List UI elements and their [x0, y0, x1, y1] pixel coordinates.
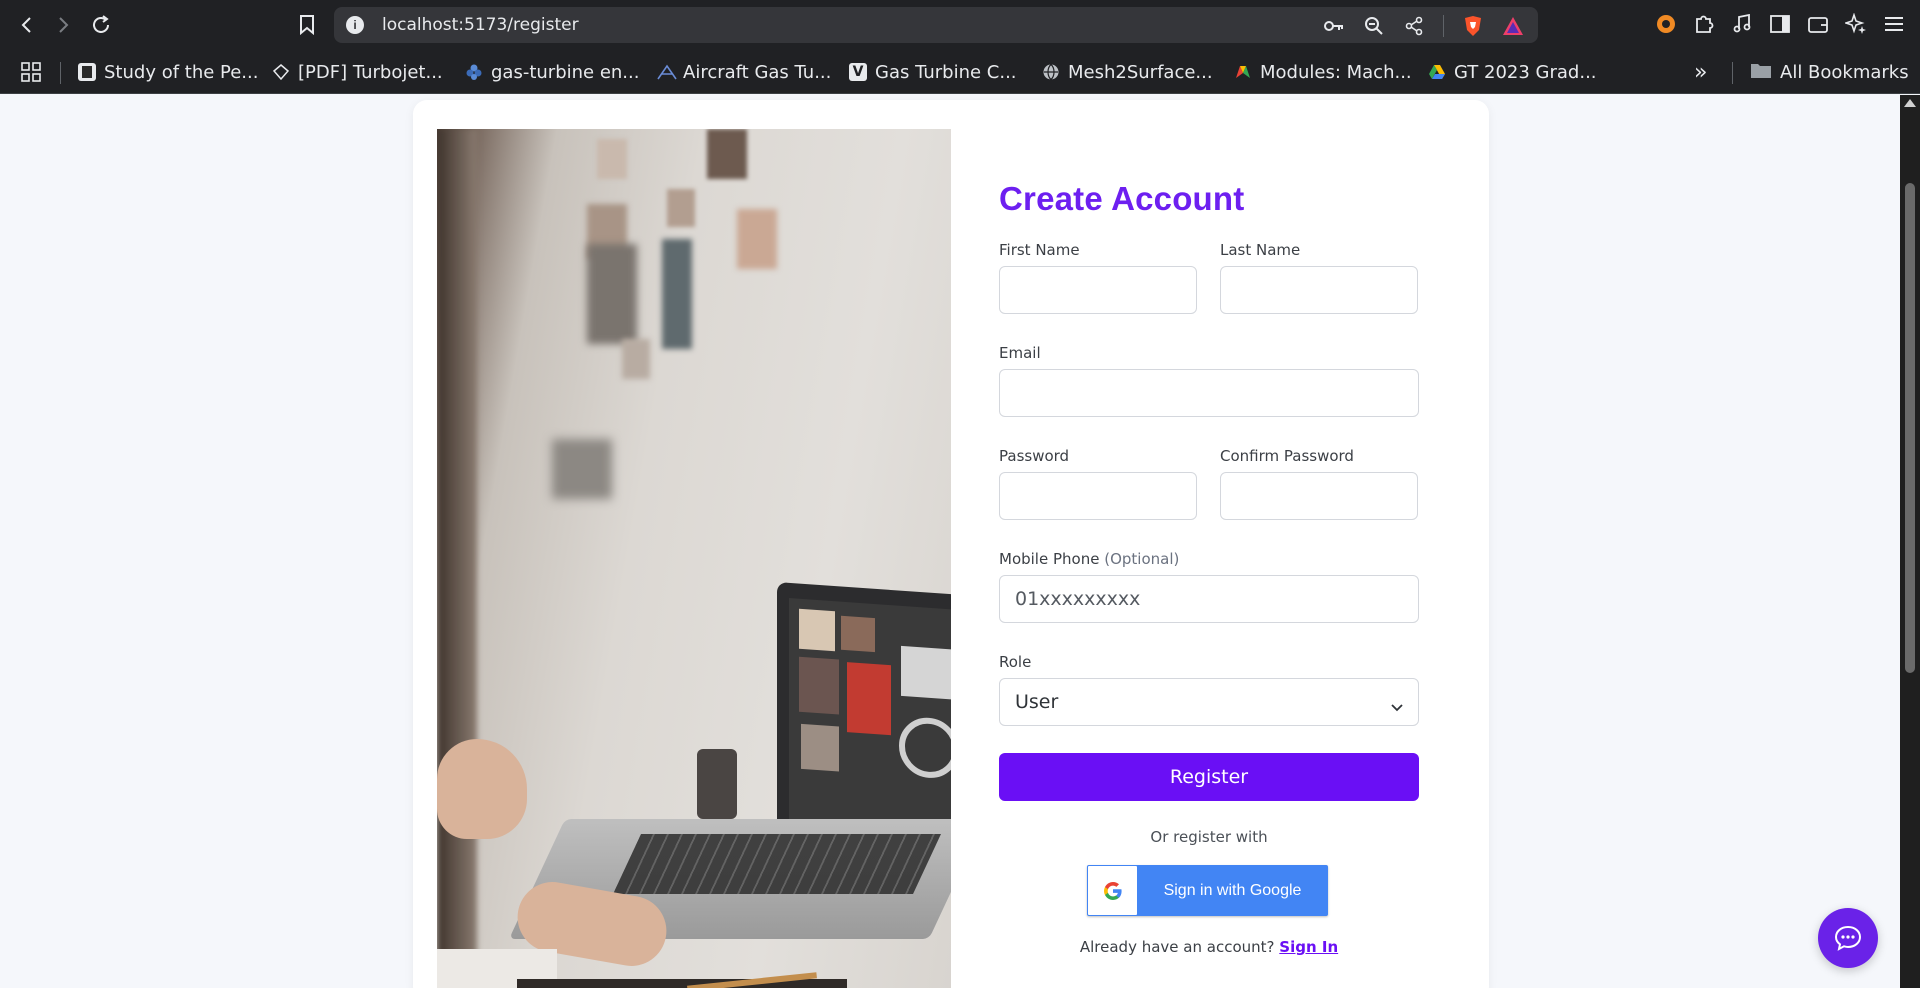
v-favicon-icon: V — [849, 63, 867, 81]
optional-hint: (Optional) — [1104, 550, 1180, 568]
first-name-label: First Name — [999, 241, 1080, 259]
page-scrollbar[interactable] — [1900, 95, 1920, 988]
wallet-icon[interactable] — [1806, 12, 1830, 36]
key-icon[interactable] — [1323, 15, 1345, 37]
bookmark-label: Aircraft Gas Tu... — [683, 61, 832, 83]
brave-shield-icon[interactable] — [1462, 15, 1484, 37]
mobile-phone-label: Mobile Phone (Optional) — [999, 550, 1179, 568]
bookmark-label: Gas Turbine C... — [875, 61, 1017, 83]
more-bookmarks-button[interactable]: » — [1694, 59, 1708, 85]
apps-grid-icon[interactable] — [20, 60, 42, 84]
role-select[interactable]: User — [999, 678, 1419, 726]
site-info-icon[interactable]: i — [346, 16, 364, 34]
register-button[interactable]: Register — [999, 753, 1419, 801]
leo-ai-icon[interactable] — [1844, 12, 1868, 36]
scroll-thumb[interactable] — [1905, 183, 1915, 673]
last-name-field[interactable] — [1220, 266, 1418, 314]
blue-flower-favicon-icon — [465, 63, 483, 81]
page-title: Create Account — [999, 180, 1245, 217]
more-bookmarks-label: » — [1694, 59, 1708, 85]
or-register-with-text: Or register with — [1150, 828, 1268, 846]
globe-favicon-icon — [1042, 63, 1060, 81]
bookmark-label: Modules: Mach... — [1260, 61, 1412, 83]
password-field[interactable] — [999, 472, 1197, 520]
bookmark-label: [PDF] Turbojet... — [298, 61, 443, 83]
folder-icon — [1750, 61, 1772, 84]
forward-icon[interactable] — [50, 12, 76, 38]
mobile-phone-field[interactable] — [999, 575, 1419, 623]
role-label: Role — [999, 653, 1032, 671]
already-have-account-text: Already have an account? — [1079, 938, 1275, 956]
media-icon[interactable] — [1730, 12, 1754, 36]
bookmark-item[interactable]: gas-turbine en... — [465, 60, 639, 84]
email-field[interactable] — [999, 369, 1419, 417]
bookmark-item[interactable]: Aircraft Gas Tu... — [657, 60, 831, 84]
bookmark-label: Study of the Pe... — [104, 61, 259, 83]
reload-icon[interactable] — [88, 12, 114, 38]
password-label: Password — [999, 447, 1070, 465]
bookmark-label: Mesh2Surface... — [1068, 61, 1213, 83]
brave-rewards-icon[interactable] — [1502, 15, 1524, 37]
bookmark-label: GT 2023 Grad... — [1454, 61, 1597, 83]
sidebar-icon[interactable] — [1768, 12, 1792, 36]
drive-favicon-icon — [1428, 63, 1446, 81]
share-icon[interactable] — [1403, 15, 1425, 37]
google-sign-in-label: Sign in with Google — [1163, 881, 1302, 899]
chat-bubble-icon — [1834, 925, 1862, 951]
sign-in-prompt: Already have an account? Sign In — [999, 938, 1419, 956]
bookmarks-bar: Study of the Pe... [PDF] Turbojet... gas… — [0, 50, 1920, 94]
all-bookmarks-button[interactable]: All Bookmarks — [1750, 60, 1909, 84]
extension-orange-icon[interactable] — [1654, 12, 1678, 36]
confirm-password-label: Confirm Password — [1220, 447, 1354, 465]
role-selected-value: User — [1015, 691, 1059, 713]
google-sign-in-button[interactable]: Sign in with Google — [1087, 865, 1328, 916]
chat-button[interactable] — [1818, 908, 1878, 968]
register-card: Create Account First Name Last Name Emai… — [413, 100, 1489, 988]
document-favicon-icon — [78, 63, 96, 81]
extensions-icon[interactable] — [1692, 12, 1716, 36]
address-bar[interactable]: i localhost:5173/register — [334, 7, 1538, 43]
browser-toolbar: i localhost:5173/register — [0, 0, 1920, 50]
confirm-password-field[interactable] — [1220, 472, 1418, 520]
google-icon — [1088, 866, 1137, 915]
email-label: Email — [999, 344, 1041, 362]
bookmark-item[interactable]: GT 2023 Grad... — [1428, 60, 1597, 84]
colorful-favicon-icon — [1234, 63, 1252, 81]
first-name-field[interactable] — [999, 266, 1197, 314]
bookmark-item[interactable]: Modules: Mach... — [1234, 60, 1412, 84]
bookmark-label: gas-turbine en... — [491, 61, 640, 83]
wing-favicon-icon — [657, 63, 677, 81]
sign-in-link[interactable]: Sign In — [1279, 938, 1338, 956]
diamond-favicon-icon — [272, 63, 290, 81]
workspace-photo — [437, 129, 951, 988]
last-name-label: Last Name — [1220, 241, 1301, 259]
bookmark-icon[interactable] — [294, 12, 320, 38]
url-text[interactable]: localhost:5173/register — [382, 15, 579, 35]
bookmark-item[interactable]: [PDF] Turbojet... — [272, 60, 443, 84]
bookmark-item[interactable]: Mesh2Surface... — [1042, 60, 1213, 84]
chevron-down-icon — [1390, 696, 1404, 718]
menu-icon[interactable] — [1882, 12, 1906, 36]
mobile-phone-label-text: Mobile Phone — [999, 550, 1100, 568]
zoom-icon[interactable] — [1363, 15, 1385, 37]
scroll-up-icon[interactable] — [1904, 99, 1916, 107]
all-bookmarks-label: All Bookmarks — [1780, 61, 1909, 83]
bookmark-item[interactable]: Study of the Pe... — [78, 60, 258, 84]
back-icon[interactable] — [14, 12, 40, 38]
page-content: Create Account First Name Last Name Emai… — [0, 95, 1900, 988]
bookmark-item[interactable]: V Gas Turbine C... — [849, 60, 1017, 84]
